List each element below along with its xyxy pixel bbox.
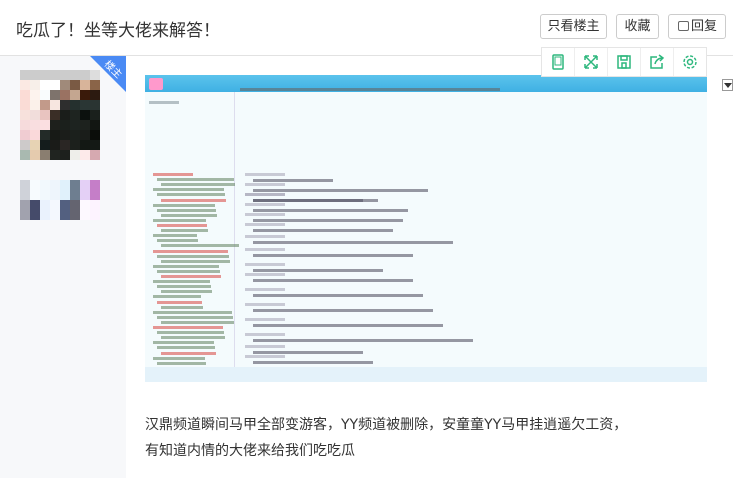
fullscreen-icon[interactable]: [575, 48, 608, 76]
reply-button[interactable]: 回复: [668, 14, 726, 39]
chat-text-line: [253, 309, 433, 312]
chat-text-line: [153, 249, 228, 253]
chat-text-line: [157, 193, 225, 197]
chat-text-line: [253, 294, 423, 297]
post-screenshot-image[interactable]: [145, 75, 707, 382]
chat-text-line: [245, 235, 285, 238]
chat-window-statusbar: [145, 367, 707, 382]
chat-text-line: [253, 324, 443, 327]
chat-text-line: [161, 259, 230, 263]
chat-text-line: [253, 361, 373, 364]
chat-text-line: [149, 101, 179, 104]
chat-text-line: [161, 183, 235, 187]
chat-text-line: [245, 303, 285, 306]
chat-text-line: [161, 305, 203, 309]
chat-text-line: [157, 346, 215, 350]
chat-text-line: [157, 361, 206, 365]
chat-text-line: [161, 336, 225, 340]
chat-text-line: [245, 333, 285, 336]
chat-text-line: [157, 254, 229, 258]
chat-text-line: [253, 241, 453, 244]
post-line: 汉鼎频道瞬间马甲全部变游客，YY频道被删除，安童童YY马甲挂逍遥欠工资，: [145, 417, 628, 433]
chat-text-line: [161, 320, 234, 324]
chat-text-line: [245, 263, 285, 266]
chat-text-line: [153, 356, 205, 360]
only-op-button[interactable]: 只看楼主: [540, 14, 607, 39]
chat-text-line: [153, 295, 201, 299]
chat-text-line: [161, 351, 216, 355]
chat-text-line: [153, 234, 197, 238]
chat-text-line: [253, 351, 363, 354]
chat-text-line: [245, 193, 285, 196]
chat-text-line: [161, 229, 208, 233]
chat-text-line: [245, 248, 285, 251]
chat-text-line: [157, 315, 233, 319]
chat-text-line: [245, 318, 285, 321]
chat-text-line: [253, 279, 413, 282]
chat-text-line: [153, 218, 206, 222]
op-badge: 楼主: [90, 56, 126, 92]
chat-text-line: [245, 273, 285, 276]
chat-text-line: [153, 203, 215, 207]
tablet-icon[interactable]: [542, 48, 575, 76]
chat-text-line: [153, 310, 232, 314]
settings-icon[interactable]: [674, 48, 706, 76]
favorite-button[interactable]: 收藏: [616, 14, 659, 39]
chat-text-line: [245, 203, 285, 206]
chat-text-line: [245, 288, 285, 291]
share-icon[interactable]: [641, 48, 674, 76]
chat-text-line: [253, 189, 428, 192]
chat-text-line: [245, 223, 285, 226]
chat-text-line: [245, 213, 285, 216]
chat-text-line: [245, 345, 285, 348]
chat-text-line: [161, 290, 212, 294]
chat-text-line: [253, 179, 333, 182]
chat-text-line: [161, 244, 239, 248]
chat-text-line: [157, 239, 198, 243]
chat-text-line: [253, 219, 403, 222]
chat-text-line: [153, 188, 224, 192]
chat-text-line: [157, 224, 207, 227]
chat-text-line: [153, 264, 219, 268]
chat-text-line: [157, 285, 211, 289]
chat-text-line: [253, 209, 408, 212]
chat-text-line: [245, 173, 285, 176]
thread-title: 吃瓜了！坐等大佬来解答！: [16, 21, 220, 41]
chat-text-line: [253, 269, 383, 272]
chat-text-line: [153, 173, 193, 176]
chat-text-line: [157, 178, 234, 182]
chat-text-line: [161, 198, 226, 202]
chat-text-line: [157, 331, 224, 335]
post-content: 汉鼎频道瞬间马甲全部变游客，YY频道被删除，安童童YY马甲挂逍遥欠工资， 有知道…: [145, 412, 627, 464]
chat-text-line: [253, 254, 413, 257]
comment-icon: [678, 21, 689, 31]
chat-text-line: [161, 213, 217, 217]
chat-text-line: [157, 208, 216, 212]
reply-label: 回复: [690, 19, 717, 34]
chat-text-line: [157, 300, 202, 304]
chat-text-line: [253, 199, 363, 202]
avatar[interactable]: [20, 70, 100, 160]
chat-text-line: [245, 183, 285, 186]
post-line: 有知道内情的大佬来给我们吃吃瓜: [145, 443, 355, 459]
dropdown-arrow-icon[interactable]: [722, 79, 733, 91]
chat-text-line: [245, 355, 285, 358]
save-icon[interactable]: [608, 48, 641, 76]
chat-text-line: [161, 275, 221, 278]
chat-text-line: [253, 229, 393, 232]
author-info: [20, 180, 100, 220]
chat-text-line: [240, 88, 500, 91]
image-toolbar: [541, 47, 707, 77]
chat-text-line: [153, 326, 223, 329]
chat-text-line: [153, 341, 214, 345]
chat-text-line: [157, 269, 220, 273]
chat-text-line: [253, 339, 473, 342]
chat-text-line: [153, 280, 210, 284]
op-badge-label: 楼主: [101, 58, 124, 81]
